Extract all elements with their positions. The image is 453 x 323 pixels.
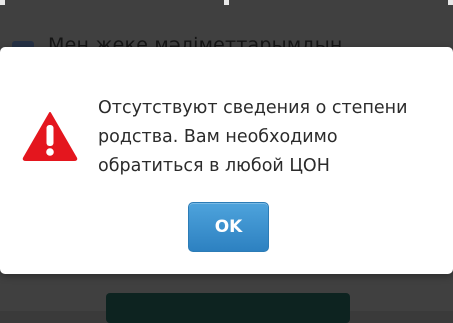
alert-message: Отсутствуют сведения о степени родства. … bbox=[98, 98, 408, 176]
handle-top-center bbox=[224, 0, 229, 5]
ok-button[interactable]: OK bbox=[188, 202, 269, 252]
handle-top-left bbox=[0, 0, 5, 5]
handle-top-right bbox=[448, 0, 453, 5]
warning-icon bbox=[22, 112, 78, 161]
submit-button-background[interactable] bbox=[106, 293, 350, 323]
